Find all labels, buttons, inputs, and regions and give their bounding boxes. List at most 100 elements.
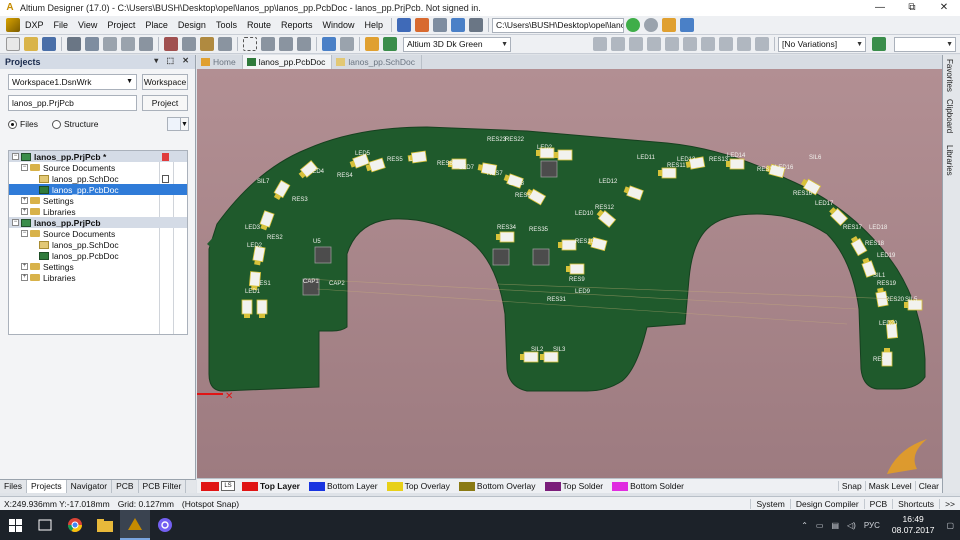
tree-row-folder[interactable]: − Source Documents — [9, 162, 187, 173]
tree-row-document[interactable]: lanos_pp.PcbDoc — [9, 250, 187, 261]
tree-row-folder[interactable]: + Settings — [9, 261, 187, 272]
tab-schdoc[interactable]: lanos_pp.SchDoc — [332, 55, 422, 69]
menu-place[interactable]: Place — [140, 20, 173, 30]
dxp-icon[interactable] — [6, 18, 20, 32]
select-area-icon[interactable] — [243, 37, 257, 51]
workspace-combo[interactable]: Workspace1.DsnWrk ▼ — [8, 74, 137, 90]
panel-controls[interactable]: ▾ ⬚ ✕ — [154, 56, 192, 65]
design-compiler-button[interactable]: Design Compiler — [789, 498, 864, 509]
net-icon[interactable] — [383, 37, 397, 51]
pencil-icon[interactable] — [365, 37, 379, 51]
tab-pcb[interactable]: PCB — [112, 480, 139, 493]
via-icon[interactable] — [665, 37, 679, 51]
home-icon[interactable] — [662, 18, 677, 32]
diff-pair-icon[interactable] — [611, 37, 625, 51]
mask-level-button[interactable]: Mask Level — [864, 481, 915, 491]
layer-tab-bottom-layer[interactable]: Bottom Layer — [327, 481, 378, 491]
interactive-routing-icon[interactable] — [593, 37, 607, 51]
close-button[interactable]: ✕ — [928, 0, 960, 16]
minimize-button[interactable]: — — [864, 0, 896, 16]
save-icon[interactable] — [42, 37, 56, 51]
grid-tool-icon[interactable] — [469, 18, 484, 32]
align-tool-icon[interactable] — [433, 18, 448, 32]
more-button[interactable]: >> — [939, 498, 960, 509]
tab-clipboard[interactable]: Clipboard — [945, 99, 954, 133]
tree-row-folder[interactable]: + Libraries — [9, 206, 187, 217]
arc-icon[interactable] — [647, 37, 661, 51]
restore-button[interactable]: ⧉ — [896, 0, 928, 16]
tab-pcb-filter[interactable]: PCB Filter — [139, 480, 187, 493]
empty-combo[interactable]: ▼ — [894, 36, 956, 52]
tree-row-document-selected[interactable]: lanos_pp.PcbDoc — [9, 184, 187, 195]
polygon-icon[interactable] — [719, 37, 733, 51]
tree-row-document[interactable]: lanos_pp.SchDoc — [9, 239, 187, 250]
variations-combo[interactable]: [No Variations] ▼ — [778, 36, 866, 52]
task-view-button[interactable] — [30, 510, 60, 540]
network-icon[interactable]: ▤ — [831, 521, 839, 530]
files-radio[interactable] — [8, 119, 17, 129]
copy-icon[interactable] — [182, 37, 196, 51]
print-icon[interactable] — [67, 37, 81, 51]
pcb-board-view[interactable]: ✕ RES23RES22 LED2 LED5 RES5 LED6 RES6 LED7 RES7… — [197, 69, 942, 478]
tree-row-folder[interactable]: − Source Documents — [9, 228, 187, 239]
menu-window[interactable]: Window — [318, 20, 360, 30]
route-tool-icon[interactable] — [397, 18, 412, 32]
menu-project[interactable]: Project — [102, 20, 140, 30]
chevron-down-icon[interactable]: ▼ — [181, 117, 189, 131]
tab-navigator[interactable]: Navigator — [67, 480, 113, 493]
string-icon[interactable] — [737, 37, 751, 51]
undo-icon[interactable] — [322, 37, 336, 51]
ic-footprint[interactable] — [492, 248, 510, 266]
project-field[interactable]: lanos_pp.PrjPcb — [8, 95, 137, 111]
tree-row-folder[interactable]: + Settings — [9, 195, 187, 206]
deselect-icon[interactable] — [279, 37, 293, 51]
volume-icon[interactable]: ◁) — [847, 521, 856, 530]
layer-tab-bottom-solder[interactable]: Bottom Solder — [630, 481, 684, 491]
menu-tools[interactable]: Tools — [211, 20, 242, 30]
document-path-field[interactable]: C:\Users\BUSH\Desktop\opel\lano — [492, 17, 625, 33]
expand-icon[interactable]: + — [21, 274, 28, 281]
zoom-icon[interactable] — [85, 37, 99, 51]
ic-footprint[interactable] — [532, 248, 550, 266]
shortcuts-button[interactable]: Shortcuts — [892, 498, 939, 509]
notification-icon[interactable]: ▢ — [946, 521, 954, 530]
new-file-icon[interactable] — [6, 37, 20, 51]
battery-icon[interactable]: ▭ — [816, 521, 824, 530]
layer-tab-top-layer[interactable]: Top Layer — [260, 481, 300, 491]
up-arrow-icon[interactable]: ⌃ — [801, 521, 808, 530]
clock[interactable]: 16:49 08.07.2017 — [892, 514, 935, 536]
layer-tab-top-solder[interactable]: Top Solder — [563, 481, 604, 491]
collapse-icon[interactable]: − — [21, 164, 28, 171]
tree-row-project[interactable]: − lanos_pp.PrjPcb — [9, 217, 187, 228]
zoom-fit-icon[interactable] — [103, 37, 117, 51]
go-back-icon[interactable] — [644, 18, 659, 32]
rubber-stamp-icon[interactable] — [218, 37, 232, 51]
workspace-button[interactable]: Workspace — [142, 74, 188, 90]
cut-icon[interactable] — [164, 37, 178, 51]
taskbar-explorer[interactable] — [90, 510, 120, 540]
menu-dxp[interactable]: DXP — [20, 20, 49, 30]
collapse-icon[interactable]: − — [21, 230, 28, 237]
place-tool-icon[interactable] — [415, 18, 430, 32]
tab-home[interactable]: Home — [197, 55, 243, 69]
language-indicator[interactable]: РУС — [864, 521, 880, 530]
layer-set-button[interactable]: LS — [221, 481, 235, 491]
track-icon[interactable] — [629, 37, 643, 51]
favorite-icon[interactable] — [680, 18, 695, 32]
snap-button[interactable]: Snap — [837, 481, 865, 491]
select-tool-icon[interactable] — [451, 18, 466, 32]
tab-pcbdoc[interactable]: lanos_pp.PcbDoc — [242, 55, 333, 69]
taskbar-altium[interactable] — [120, 510, 150, 540]
collapse-icon[interactable]: − — [12, 219, 19, 226]
pad-icon[interactable] — [683, 37, 697, 51]
tree-row-document[interactable]: lanos_pp.SchDoc — [9, 173, 187, 184]
menu-design[interactable]: Design — [173, 20, 211, 30]
paste-icon[interactable] — [200, 37, 214, 51]
zoom-area-icon[interactable] — [121, 37, 135, 51]
ic-footprint[interactable] — [540, 160, 558, 178]
tab-favorites[interactable]: Favorites — [945, 59, 954, 92]
move-icon[interactable] — [261, 37, 275, 51]
taskbar-chrome[interactable] — [60, 510, 90, 540]
view-configuration-combo[interactable]: Altium 3D Dk Green ▼ — [403, 36, 511, 52]
cross-probe-icon[interactable] — [297, 37, 311, 51]
